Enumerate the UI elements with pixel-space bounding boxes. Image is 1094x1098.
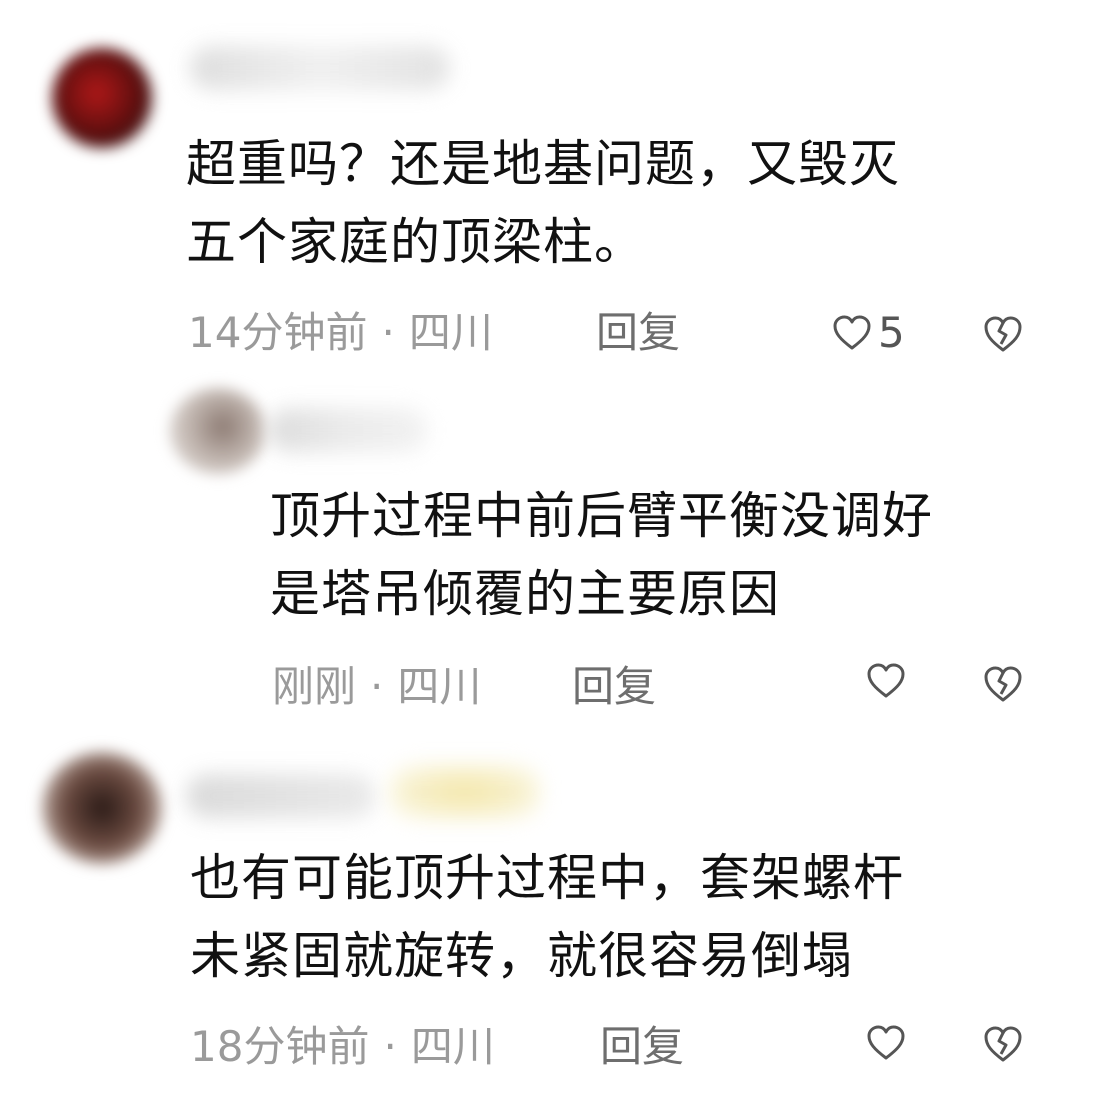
meta-separator: · xyxy=(383,1022,397,1071)
location: 四川 xyxy=(397,662,482,711)
reply-button[interactable]: 回复 xyxy=(572,662,656,712)
comment-text-line: 是塔吊倾覆的主要原因 xyxy=(270,565,780,623)
comment-item: 也有可能顶升过程中，套架螺杆 未紧固就旋转，就很容易倒塌 18分钟前 · 四川 回复 xyxy=(0,730,1094,1098)
timestamp: 18分钟前 xyxy=(190,1022,370,1071)
username-decoration xyxy=(390,764,540,820)
dislike-button[interactable] xyxy=(982,664,1024,704)
comment-meta: 14分钟前 · 四川 回复 xyxy=(188,308,708,358)
username[interactable] xyxy=(268,408,428,452)
comment-meta: 刚刚 · 四川 回复 xyxy=(272,662,692,712)
broken-heart-outline-icon xyxy=(982,1024,1024,1064)
meta-separator: · xyxy=(381,308,395,357)
like-button[interactable] xyxy=(866,1024,906,1062)
location: 四川 xyxy=(410,1022,495,1071)
comment-meta: 18分钟前 · 四川 回复 xyxy=(190,1022,710,1072)
broken-heart-outline-icon xyxy=(982,664,1024,704)
meta-separator: · xyxy=(370,662,384,711)
reply-button[interactable]: 回复 xyxy=(596,308,680,358)
avatar[interactable] xyxy=(52,48,152,148)
broken-heart-outline-icon xyxy=(982,314,1024,354)
heart-outline-icon xyxy=(832,314,872,352)
reply-button[interactable]: 回复 xyxy=(600,1022,684,1072)
avatar[interactable] xyxy=(170,388,266,474)
comment-text: 也有可能顶升过程中，套架螺杆 未紧固就旋转，就很容易倒塌 xyxy=(190,846,904,988)
avatar[interactable] xyxy=(42,752,162,864)
username[interactable] xyxy=(190,46,450,90)
heart-outline-icon xyxy=(866,662,906,700)
dislike-button[interactable] xyxy=(982,1024,1024,1064)
comment-text: 超重吗？还是地基问题，又毁灭 五个家庭的顶梁柱。 xyxy=(186,132,900,274)
heart-outline-icon xyxy=(866,1024,906,1062)
comment-text-line: 顶升过程中前后臂平衡没调好 xyxy=(270,487,933,545)
dislike-button[interactable] xyxy=(982,314,1024,354)
like-count: 5 xyxy=(878,308,905,357)
comment-text-line: 超重吗？还是地基问题，又毁灭 xyxy=(186,135,900,193)
timestamp: 14分钟前 xyxy=(188,308,368,357)
like-button[interactable]: 5 xyxy=(832,308,905,358)
comment-item: 超重吗？还是地基问题，又毁灭 五个家庭的顶梁柱。 14分钟前 · 四川 回复 5 xyxy=(0,0,1094,370)
reply-item: 顶升过程中前后臂平衡没调好 是塔吊倾覆的主要原因 刚刚 · 四川 回复 xyxy=(0,370,1094,730)
like-button[interactable] xyxy=(866,662,906,700)
comment-text: 顶升过程中前后臂平衡没调好 是塔吊倾覆的主要原因 xyxy=(270,484,933,626)
username[interactable] xyxy=(186,774,376,818)
comment-text-line: 未紧固就旋转，就很容易倒塌 xyxy=(190,927,853,985)
timestamp: 刚刚 xyxy=(272,662,357,711)
location: 四川 xyxy=(408,308,493,357)
comment-text-line: 五个家庭的顶梁柱。 xyxy=(186,213,645,271)
comment-text-line: 也有可能顶升过程中，套架螺杆 xyxy=(190,849,904,907)
